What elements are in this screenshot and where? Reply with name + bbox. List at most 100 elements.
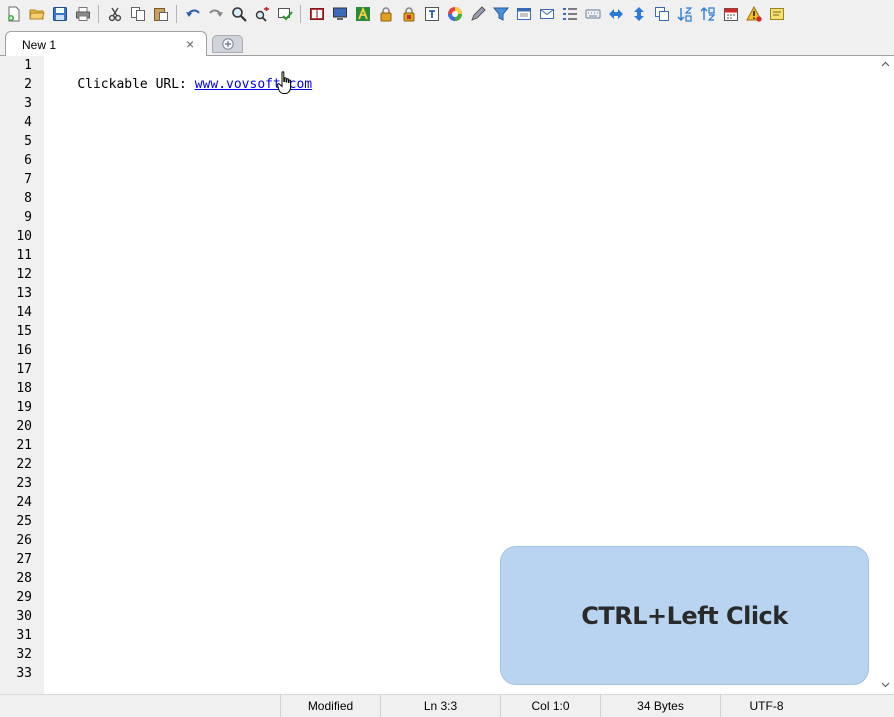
- monitor-button[interactable]: [328, 3, 351, 26]
- pen-icon: [470, 6, 486, 21]
- redo-icon: [208, 9, 223, 17]
- note-button[interactable]: [765, 3, 788, 26]
- pen-button[interactable]: [466, 3, 489, 26]
- sort-az-button[interactable]: [673, 3, 696, 26]
- sort-za-button[interactable]: [696, 3, 719, 26]
- toolbar-separator: [98, 5, 99, 23]
- replace-button[interactable]: [250, 3, 273, 26]
- unlock-button[interactable]: [397, 3, 420, 26]
- line-number: 29: [16, 590, 32, 605]
- lock-icon: [380, 7, 391, 22]
- find-button[interactable]: [227, 3, 250, 26]
- line-number: 8: [24, 191, 32, 206]
- save-button[interactable]: [48, 3, 71, 26]
- plus-icon: [221, 38, 234, 50]
- line-number: 9: [24, 210, 32, 225]
- status-modified: Modified: [280, 695, 380, 717]
- paste-button[interactable]: [149, 3, 172, 26]
- filter-button[interactable]: [489, 3, 512, 26]
- line-number: 15: [16, 324, 32, 339]
- line-number: 22: [16, 457, 32, 472]
- line-number: 28: [16, 571, 32, 586]
- undo-icon: [185, 9, 200, 17]
- toolbar: [0, 0, 894, 28]
- shortcut-callout: CTRL+Left Click: [500, 546, 869, 685]
- text-icon: [424, 7, 439, 21]
- scroll-up-arrow-icon[interactable]: [881, 60, 890, 69]
- goto-button[interactable]: [273, 3, 296, 26]
- calendar-button[interactable]: [719, 3, 742, 26]
- status-encoding: UTF-8: [720, 695, 812, 717]
- text-button[interactable]: [420, 3, 443, 26]
- status-column: Col 1:0: [500, 695, 600, 717]
- line-text: Clickable URL:: [77, 77, 195, 92]
- line-number: 1: [24, 58, 32, 73]
- line-number: 4: [24, 115, 32, 130]
- mail-button[interactable]: [535, 3, 558, 26]
- sort-za-icon: [700, 7, 715, 21]
- tab-bar: New 1 ×: [0, 28, 894, 57]
- line-number-gutter: 1 2 3 4 5 6 7 8 9 10 11 12 13 14 15 16 17 18 19 20 21 22 23 24 2…: [0, 56, 44, 694]
- up-down-arrow-button[interactable]: [627, 3, 650, 26]
- print-icon: [75, 7, 90, 21]
- line-number: 13: [16, 286, 32, 301]
- list-button[interactable]: [558, 3, 581, 26]
- line-number: 27: [16, 552, 32, 567]
- toolbar-separator: [300, 5, 301, 23]
- line-number: 7: [24, 172, 32, 187]
- editor-line-1[interactable]: Clickable URL: www.vovsoft.com: [46, 56, 312, 92]
- left-right-arrow-icon: [608, 9, 623, 19]
- scroll-down-arrow-icon[interactable]: [881, 680, 890, 689]
- redo-button[interactable]: [204, 3, 227, 26]
- line-number: 30: [16, 609, 32, 624]
- monitor-icon: [332, 7, 347, 20]
- copy-button[interactable]: [126, 3, 149, 26]
- line-number: 2: [24, 77, 32, 92]
- toolbar-separator: [176, 5, 177, 23]
- tab-new-1[interactable]: New 1 ×: [5, 31, 207, 57]
- note-icon: [769, 8, 784, 20]
- new-tab-button[interactable]: [212, 35, 243, 53]
- line-number: 24: [16, 495, 32, 510]
- lock-button[interactable]: [374, 3, 397, 26]
- book-button[interactable]: [305, 3, 328, 26]
- open-file-icon: [28, 9, 45, 20]
- line-number: 14: [16, 305, 32, 320]
- callout-text: CTRL+Left Click: [581, 601, 788, 630]
- mail-icon: [539, 9, 554, 19]
- undo-button[interactable]: [181, 3, 204, 26]
- line-number: 6: [24, 153, 32, 168]
- new-file-icon: [7, 6, 19, 22]
- unlock-icon: [403, 7, 414, 22]
- duplicate-button[interactable]: [650, 3, 673, 26]
- vertical-scrollbar[interactable]: [877, 56, 894, 694]
- status-size: 34 Bytes: [600, 695, 720, 717]
- line-number: 31: [16, 628, 32, 643]
- line-number: 19: [16, 400, 32, 415]
- line-number: 5: [24, 134, 32, 149]
- cut-button[interactable]: [103, 3, 126, 26]
- sort-az-icon: [677, 7, 692, 22]
- print-button[interactable]: [71, 3, 94, 26]
- color-wheel-button[interactable]: [443, 3, 466, 26]
- line-number: 25: [16, 514, 32, 529]
- status-bar: Modified Ln 3:3 Col 1:0 34 Bytes UTF-8: [0, 694, 894, 717]
- window-button[interactable]: [512, 3, 535, 26]
- line-number: 11: [16, 248, 32, 263]
- left-right-arrow-button[interactable]: [604, 3, 627, 26]
- goto-icon: [277, 8, 293, 21]
- book-icon: [309, 8, 324, 20]
- tab-label: New 1: [22, 38, 57, 52]
- new-file-button[interactable]: [2, 3, 25, 26]
- warning-button[interactable]: [742, 3, 765, 26]
- keyboard-button[interactable]: [581, 3, 604, 26]
- color-wheel-icon: [447, 7, 462, 21]
- calendar-icon: [723, 8, 738, 21]
- copy-icon: [130, 7, 145, 21]
- open-file-button[interactable]: [25, 3, 48, 26]
- line-number: 23: [16, 476, 32, 491]
- font-button[interactable]: [351, 3, 374, 26]
- save-icon: [52, 7, 67, 21]
- line-number: 32: [16, 647, 32, 662]
- close-icon[interactable]: ×: [186, 36, 194, 52]
